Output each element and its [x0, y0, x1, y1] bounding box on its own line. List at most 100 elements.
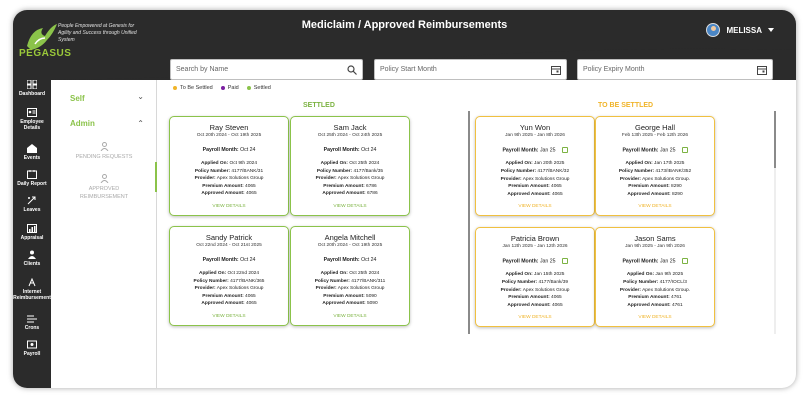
view-details-link[interactable]: VIEW DETAILS: [291, 204, 409, 209]
view-details-link[interactable]: VIEW DETAILS: [596, 315, 714, 320]
view-details-link[interactable]: VIEW DETAILS: [596, 204, 714, 209]
submenu-panel: Self ⌄ Admin ⌃ PENDING REQUESTS APPROVED…: [51, 80, 157, 388]
policy-expiry-month-input[interactable]: Policy Expiry Month: [577, 59, 773, 80]
claim-card: Sam Jack Oct 25th 2024 - Oct 24th 2025 P…: [290, 116, 410, 216]
sidebar-item-leaves[interactable]: Leaves: [13, 196, 51, 213]
approved-reimbursement-link[interactable]: APPROVED REIMBURSEMENT: [51, 174, 157, 201]
legend-item-settled: Settled: [246, 85, 271, 91]
person-icon: [100, 142, 108, 151]
page-title: Mediclaim / Approved Reimbursements: [301, 19, 508, 31]
app-window: PEGASUS People Empowered at Genesis for …: [13, 10, 796, 388]
calendar-icon[interactable]: [681, 258, 688, 264]
policy-start-placeholder: Policy Start Month: [380, 66, 437, 73]
policy-period: Jan 9th 2025 - Jan 8th 2026: [505, 133, 565, 138]
view-details-link[interactable]: VIEW DETAILS: [170, 314, 288, 319]
view-details-link[interactable]: VIEW DETAILS: [476, 315, 594, 320]
view-details-link[interactable]: VIEW DETAILS: [170, 204, 288, 209]
view-details-link[interactable]: VIEW DETAILS: [476, 204, 594, 209]
column-scrollbar[interactable]: [468, 111, 470, 334]
sidebar: Dashboard Employee Details Events Daily …: [13, 74, 51, 388]
submenu-admin[interactable]: Admin: [70, 119, 95, 128]
policy-period: Oct 20th 2024 - Oct 19th 2025: [317, 243, 383, 248]
scrollbar-thumb[interactable]: [774, 111, 776, 168]
sidebar-item-events[interactable]: Events: [13, 144, 51, 161]
view-details-link[interactable]: VIEW DETAILS: [291, 314, 409, 319]
claim-details: Applied On: Oct 9th 2024 Policy Number: …: [194, 161, 264, 197]
legend-item-paid: Paid: [220, 85, 239, 91]
calendar-icon[interactable]: [681, 147, 688, 153]
search-icon[interactable]: [347, 65, 357, 75]
claim-details: Applied On: Oct 25th 2024 Policy Number:…: [314, 271, 386, 307]
search-input[interactable]: Search by Name: [170, 59, 363, 80]
sidebar-item-label: Dashboard: [18, 91, 46, 97]
claimant-name: Yun Won: [519, 123, 551, 132]
calendar-icon[interactable]: [561, 258, 568, 264]
sidebar-item-label: Daily Report: [17, 181, 47, 187]
sidebar-item-internet-reimbursement[interactable]: Internet Reimbursement: [13, 278, 51, 301]
appraisal-icon: [27, 224, 37, 233]
policy-period: Oct 20th 2024 - Oct 19th 2025: [196, 133, 262, 138]
payroll-month: Payroll Month: Oct 24: [202, 147, 256, 153]
claimant-name: Sandy Patrick: [205, 233, 253, 242]
avatar: [706, 23, 721, 37]
payroll-month: Payroll Month: Oct 24: [323, 147, 377, 153]
submenu-self[interactable]: Self: [70, 94, 85, 103]
claim-details: Applied On: Jan 9th 2025 Policy Number: …: [619, 272, 691, 308]
payroll-month: Payroll Month: Jan 25: [596, 147, 714, 153]
sidebar-item-label: Leaves: [23, 207, 41, 213]
claim-details: Applied On: Oct 25th 2024 Policy Number:…: [315, 161, 385, 197]
chevron-up-icon[interactable]: ⌃: [137, 119, 144, 128]
sidebar-item-payroll[interactable]: Payroll: [13, 340, 51, 357]
sidebar-item-crons[interactable]: Crons: [13, 314, 51, 331]
policy-period: Feb 13th 2025 - Feb 12th 2026: [621, 133, 689, 138]
sidebar-item-appraisal[interactable]: Appraisal: [13, 224, 51, 241]
calendar-icon[interactable]: [757, 65, 767, 75]
claimant-name: Patricia Brown: [510, 234, 560, 243]
chevron-down-icon[interactable]: ⌄: [137, 92, 144, 101]
claim-details: Applied On: Oct 22nd 2024 Policy Number:…: [193, 271, 265, 307]
approved-label-line1: APPROVED: [88, 186, 120, 192]
policy-expiry-placeholder: Policy Expiry Month: [583, 66, 645, 73]
claimant-name: Jason Sams: [634, 234, 676, 243]
claim-card: Sandy Patrick Oct 22nd 2024 - Oct 21st 2…: [169, 226, 289, 326]
person-icon: [100, 174, 108, 183]
payroll-icon: [27, 340, 37, 349]
claimant-name: Angela Mitchell: [324, 233, 376, 242]
calendar-icon[interactable]: [551, 65, 561, 75]
leaves-icon: [27, 196, 36, 205]
crons-icon: [27, 315, 37, 323]
claim-details: Applied On: Jan 17th 2025 Policy Number:…: [618, 161, 692, 197]
policy-period: Oct 25th 2024 - Oct 24th 2025: [317, 133, 383, 138]
dashboard-icon: [27, 80, 37, 89]
legend-item-to-be-settled: To Be Settled: [173, 85, 213, 91]
active-indicator: [155, 162, 157, 192]
claim-card: Jason Sams Jan 9th 2025 - Jan 9th 2026 P…: [595, 227, 715, 327]
sidebar-item-label: Appraisal: [20, 235, 44, 241]
user-name: MELISSA: [726, 25, 762, 35]
pending-requests-label: PENDING REQUESTS: [75, 154, 133, 160]
to-be-settled-section-title: TO BE SETTLED: [598, 102, 654, 109]
policy-period: Jan 9th 2025 - Jan 9th 2026: [625, 244, 685, 249]
calendar-icon[interactable]: [561, 147, 568, 153]
sidebar-item-employee-details[interactable]: Employee Details: [13, 108, 51, 131]
chevron-down-icon: [768, 28, 774, 32]
search-placeholder: Search by Name: [176, 66, 229, 73]
events-icon: [27, 144, 37, 153]
sidebar-item-clients[interactable]: Clients: [13, 250, 51, 267]
sidebar-item-daily-report[interactable]: Daily Report: [13, 170, 51, 187]
policy-start-month-input[interactable]: Policy Start Month: [374, 59, 567, 80]
payroll-month: Payroll Month: Jan 25: [596, 258, 714, 264]
claim-card: Patricia Brown Jan 12th 2025 - Jan 12th …: [475, 227, 595, 327]
settled-section-title: SETTLED: [303, 102, 335, 109]
claim-details: Applied On: Jan 15th 2025 Policy Number:…: [500, 272, 570, 308]
user-menu[interactable]: MELISSA: [706, 23, 774, 37]
claim-details: Applied On: Jan 20th 2025 Policy Number:…: [500, 161, 570, 197]
pending-requests-link[interactable]: PENDING REQUESTS: [51, 142, 157, 161]
policy-period: Oct 22nd 2024 - Oct 21st 2025: [196, 243, 262, 248]
claim-card: George Hall Feb 13th 2025 - Feb 12th 202…: [595, 116, 715, 216]
sidebar-item-label: Employee Details: [20, 119, 44, 131]
payroll-month: Payroll Month: Jan 25: [476, 147, 594, 153]
claim-card: Yun Won Jan 9th 2025 - Jan 8th 2026 Payr…: [475, 116, 595, 216]
brand-name: PEGASUS: [19, 48, 72, 59]
sidebar-item-dashboard[interactable]: Dashboard: [13, 80, 51, 97]
